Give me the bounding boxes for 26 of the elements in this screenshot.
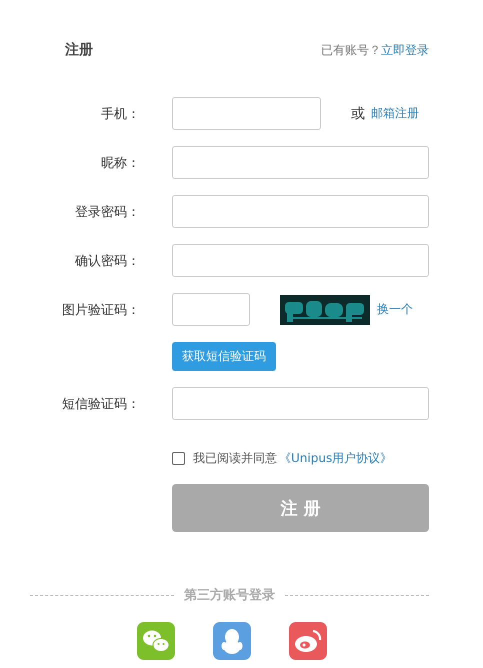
input-field[interactable] — [172, 146, 429, 179]
input-field[interactable] — [172, 244, 429, 277]
phone-input[interactable] — [172, 97, 321, 130]
field-label: 确认密码： — [74, 252, 141, 270]
field-label: 图片验证码： — [61, 302, 141, 318]
login-link[interactable]: 立即登录 — [381, 42, 429, 58]
refresh-captcha-link[interactable]: 换一个 — [377, 301, 413, 318]
email-register-link[interactable]: 邮箱注册 — [371, 105, 419, 122]
field-label: 手机： — [100, 106, 141, 122]
field-label: 昵称： — [100, 154, 141, 172]
weibo-login-icon[interactable] — [288, 622, 326, 660]
qq-login-icon[interactable] — [212, 622, 250, 660]
get-sms-code-button[interactable]: 获取短信验证码 — [172, 342, 276, 371]
field-label: 登录密码： — [74, 204, 141, 220]
agreement-checkbox[interactable] — [172, 452, 185, 465]
page-title: 注册 — [65, 41, 93, 59]
input-field[interactable] — [172, 387, 429, 420]
third-party-login-title: 第三方账号登录 — [184, 586, 275, 604]
input-field[interactable] — [172, 195, 429, 228]
or-text: 或 — [351, 104, 365, 122]
wechat-login-icon[interactable] — [136, 622, 174, 660]
field-label: 短信验证码： — [61, 396, 141, 412]
login-prompt: 已有账号？ — [321, 42, 381, 58]
agreement-text: 我已阅读并同意 — [193, 450, 277, 467]
user-agreement-link[interactable]: 《Unipus用户协议》 — [279, 450, 392, 467]
captcha-input[interactable] — [172, 293, 250, 326]
